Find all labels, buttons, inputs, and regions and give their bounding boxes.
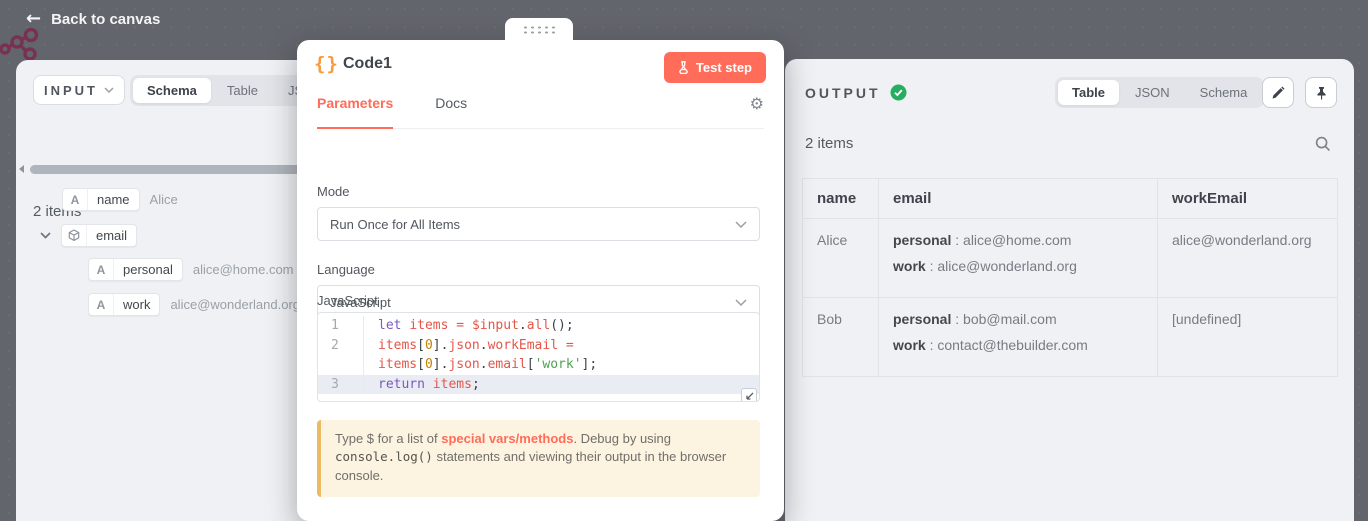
workflow-nodes-logo <box>0 26 52 62</box>
cell-workEmail-error: [undefined] <box>1158 298 1338 377</box>
back-to-canvas-button[interactable]: ← Back to canvas <box>26 10 160 28</box>
code-line: 1 let items = $input.all(); <box>318 313 759 336</box>
code-node-icon: {} <box>314 53 339 75</box>
test-step-button[interactable]: Test step <box>664 52 766 83</box>
output-search-icon[interactable] <box>1315 136 1331 152</box>
line-number: 2 <box>318 336 364 356</box>
output-panel: OUTPUT Table JSON Schema 2 items name em… <box>785 59 1354 521</box>
code-line-active: 3 return items; <box>318 375 759 395</box>
expand-arrow-icon <box>745 392 754 401</box>
code-node-modal: {} Code1 Test step Parameters Docs ⚙ Mod… <box>297 40 784 521</box>
line-number: 3 <box>318 375 364 395</box>
object-type-icon <box>62 225 86 246</box>
tab-parameters[interactable]: Parameters <box>317 95 393 129</box>
input-tab-schema[interactable]: Schema <box>133 78 211 103</box>
ndv-overlay: ← Back to canvas INPUT Schema Table JSON… <box>0 0 1368 521</box>
schema-row-email: email <box>40 224 137 247</box>
schema-row-personal: A personal alice@home.com <box>88 258 294 281</box>
mode-label: Mode <box>317 184 350 199</box>
schema-row-name: A name Alice <box>62 188 178 211</box>
line-number <box>318 355 364 375</box>
output-tab-table[interactable]: Table <box>1058 80 1119 105</box>
output-items-count: 2 items <box>805 135 853 152</box>
col-header-workEmail[interactable]: workEmail <box>1158 179 1338 219</box>
editor-label: JavaScript <box>317 293 378 308</box>
back-label: Back to canvas <box>51 11 160 28</box>
schema-key-email[interactable]: email <box>61 224 137 247</box>
cell-email: personal : bob@mail.com work : contact@t… <box>879 298 1158 377</box>
code-hint-callout: Type $ for a list of special vars/method… <box>317 420 760 497</box>
schema-key-work[interactable]: A work <box>88 293 160 316</box>
col-header-email[interactable]: email <box>879 179 1158 219</box>
cell-email: personal : alice@home.com work : alice@w… <box>879 219 1158 298</box>
node-settings-gear-icon[interactable]: ⚙ <box>750 96 764 112</box>
edit-output-button[interactable] <box>1262 77 1294 108</box>
modal-tabbar: Parameters Docs <box>317 95 764 129</box>
string-type-icon: A <box>89 259 113 280</box>
schema-value: alice@wonderland.org <box>170 297 300 312</box>
code-line-wrap: items[0].json.email['work']; <box>318 355 759 375</box>
cell-name: Bob <box>803 298 879 377</box>
output-table: name email workEmail Alice personal : al… <box>802 178 1338 377</box>
pin-data-button[interactable] <box>1305 77 1337 108</box>
input-selector-dropdown[interactable]: INPUT <box>33 75 125 105</box>
col-header-name[interactable]: name <box>803 179 879 219</box>
flask-icon <box>678 61 689 74</box>
schema-value: Alice <box>150 192 178 207</box>
scroll-left-arrow-icon[interactable] <box>19 165 24 173</box>
string-type-icon: A <box>63 189 87 210</box>
output-panel-title: OUTPUT <box>805 84 907 101</box>
schema-value: alice@home.com <box>193 262 294 277</box>
schema-row-work: A work alice@wonderland.org <box>88 293 300 316</box>
tab-docs[interactable]: Docs <box>435 95 467 128</box>
code-editor[interactable]: 1 let items = $input.all(); 2 items[0].j… <box>317 312 760 402</box>
cell-workEmail: alice@wonderland.org <box>1158 219 1338 298</box>
editor-expand-button[interactable] <box>741 388 757 402</box>
special-vars-link[interactable]: special vars/methods <box>441 431 573 446</box>
line-number: 1 <box>318 316 364 336</box>
chevron-down-icon <box>104 87 114 93</box>
output-tab-json[interactable]: JSON <box>1121 80 1184 105</box>
collapse-chevron-icon[interactable] <box>40 232 51 239</box>
mode-select[interactable]: Run Once for All Items <box>317 207 760 241</box>
code-line: 2 items[0].json.workEmail = <box>318 336 759 356</box>
input-tab-table[interactable]: Table <box>213 78 272 103</box>
cell-name: Alice <box>803 219 879 298</box>
back-arrow-icon: ← <box>26 10 41 28</box>
drag-dots-icon <box>522 25 556 34</box>
output-view-tabs: Table JSON Schema <box>1055 77 1264 108</box>
input-panel-title: INPUT <box>44 83 98 98</box>
pin-icon <box>1315 86 1328 100</box>
chevron-down-icon <box>735 299 747 306</box>
pencil-icon <box>1271 86 1285 100</box>
modal-drag-handle[interactable] <box>505 18 573 40</box>
language-label: Language <box>317 262 375 277</box>
output-tab-schema[interactable]: Schema <box>1186 80 1262 105</box>
table-row[interactable]: Alice personal : alice@home.com work : a… <box>803 219 1338 298</box>
schema-key-name[interactable]: A name <box>62 188 140 211</box>
chevron-down-icon <box>735 221 747 228</box>
string-type-icon: A <box>89 294 113 315</box>
schema-key-personal[interactable]: A personal <box>88 258 183 281</box>
success-check-icon <box>890 84 907 101</box>
node-title[interactable]: Code1 <box>343 55 392 73</box>
table-header-row: name email workEmail <box>803 179 1338 219</box>
table-row[interactable]: Bob personal : bob@mail.com work : conta… <box>803 298 1338 377</box>
